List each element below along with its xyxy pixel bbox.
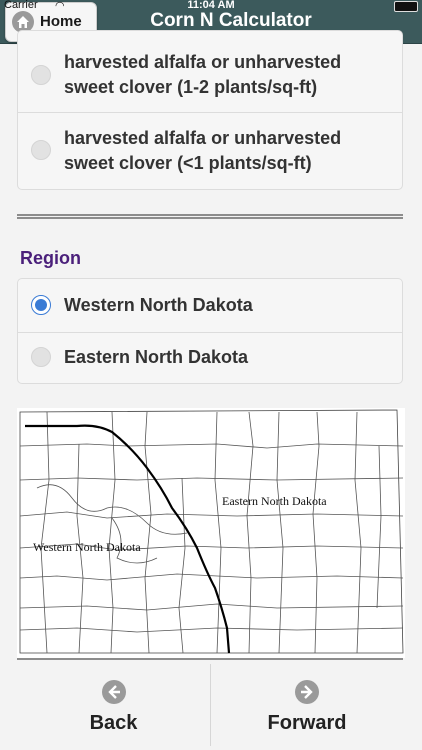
previous-crop-group: harvested alfalfa or unharvested sweet c… (17, 30, 403, 190)
radio-button[interactable] (31, 65, 51, 85)
crop-option-less-1-plant[interactable]: harvested alfalfa or unharvested sweet c… (18, 113, 402, 189)
section-divider (17, 214, 403, 219)
option-label: Eastern North Dakota (64, 347, 249, 367)
radio-button-selected[interactable] (31, 295, 51, 315)
forward-button[interactable]: Forward (211, 664, 403, 746)
radio-button[interactable] (31, 140, 51, 160)
arrow-right-icon (295, 680, 319, 704)
back-button[interactable]: Back (17, 664, 211, 746)
option-label: harvested alfalfa or unharvested sweet c… (64, 52, 342, 97)
crop-option-1-2-plants[interactable]: harvested alfalfa or unharvested sweet c… (18, 31, 402, 111)
map-label-western: Western North Dakota (33, 540, 141, 554)
page-title: Corn N Calculator (150, 10, 312, 31)
wifi-icon: ◠ (55, 0, 65, 12)
region-option-eastern[interactable]: Eastern North Dakota (18, 333, 402, 383)
region-option-western[interactable]: Western North Dakota (18, 279, 402, 331)
region-group: Western North Dakota Eastern North Dakot… (17, 278, 403, 384)
footer-nav: Back Forward (17, 660, 403, 750)
back-button-label: Back (89, 712, 138, 734)
home-button-label: Home (40, 13, 82, 30)
battery-icon (394, 1, 418, 12)
carrier-text: Carrier (4, 0, 38, 11)
north-dakota-region-map: Eastern North Dakota Western North Dakot… (17, 408, 405, 658)
region-heading: Region (20, 248, 81, 268)
county-map-drawing (19, 409, 404, 654)
option-label: harvested alfalfa or unharvested sweet c… (64, 128, 342, 173)
map-label-eastern: Eastern North Dakota (222, 494, 327, 508)
forward-button-label: Forward (267, 712, 347, 734)
radio-button[interactable] (31, 347, 51, 367)
option-label: Western North Dakota (64, 295, 253, 315)
arrow-left-icon (101, 680, 126, 704)
